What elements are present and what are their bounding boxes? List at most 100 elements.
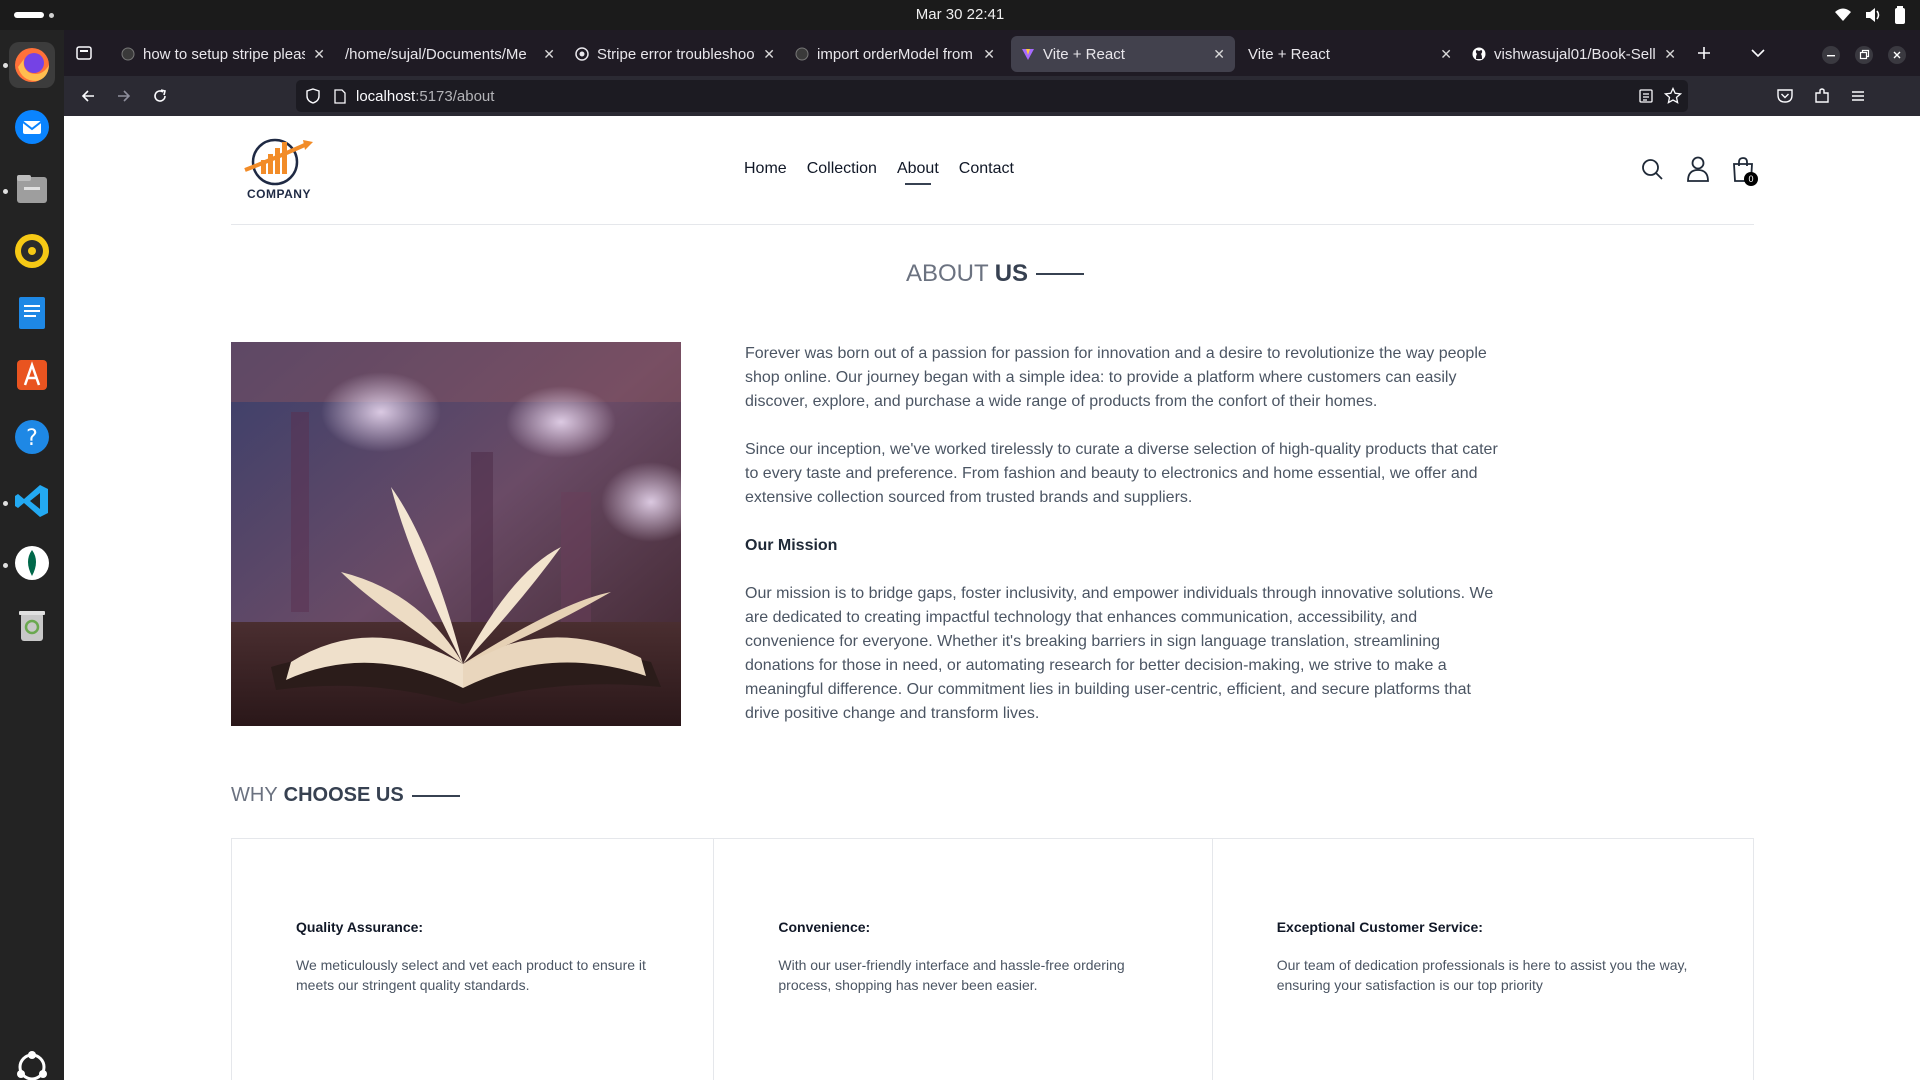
vscode-icon[interactable] [9,478,55,524]
about-paragraph-1: Forever was born out of a passion for pa… [745,345,1487,410]
tab-vite-react-active[interactable]: Vite + React ✕ [1011,36,1235,72]
tab-local-file[interactable]: /home/sujal/Documents/Me ✕ [335,36,565,72]
nav-contact[interactable]: Contact [959,160,1014,178]
list-all-tabs-icon[interactable] [1750,46,1766,60]
restore-window-icon[interactable] [1855,46,1873,64]
why-choose-us-title: WHY CHOOSE US [231,784,460,807]
system-tray[interactable] [1834,6,1906,24]
tab-github-repo[interactable]: vishwasujal01/Book-Sellin ✕ [1462,36,1686,72]
about-paragraph-2: Since our inception, we've worked tirele… [745,441,1498,506]
nav-about[interactable]: About [897,160,939,185]
close-tab-icon[interactable]: ✕ [1213,46,1225,63]
cart-count-badge: 0 [1744,172,1758,186]
why-card-quality: Quality Assurance: We meticulously selec… [232,839,715,1080]
volume-icon [1866,8,1880,22]
show-apps-icon[interactable] [9,1044,55,1080]
close-tab-icon[interactable]: ✕ [983,46,995,63]
tab-title: Vite + React [1248,45,1330,63]
chat-favicon-icon [795,47,809,61]
bookmark-star-icon[interactable] [1664,87,1682,105]
shield-icon[interactable] [306,88,320,104]
reload-icon[interactable] [152,88,168,104]
about-title-light: ABOUT [906,260,989,287]
rhythmbox-icon[interactable] [9,228,55,274]
writer-icon[interactable] [9,290,55,336]
tab-vite-react[interactable]: Vite + React ✕ [1238,36,1462,72]
pocket-icon[interactable] [1776,87,1794,105]
new-tab-icon[interactable] [1696,45,1712,61]
tab-import-ordermodel[interactable]: import orderModel from ✕ [785,36,1005,72]
app-center-icon[interactable] [9,352,55,398]
close-tab-icon[interactable]: ✕ [763,46,775,63]
why-title-light: WHY [231,784,278,806]
why-choose-us-grid: Quality Assurance: We meticulously selec… [231,838,1754,1080]
search-icon[interactable] [1640,157,1664,181]
trash-icon[interactable] [9,602,55,648]
site-header: COMPANY Home Collection About Contact 0 [231,116,1758,225]
close-tab-icon[interactable]: ✕ [543,46,555,63]
why-card-text: We meticulously select and vet each prod… [296,957,646,993]
about-section-title: ABOUT US [906,260,1085,288]
nav-collection[interactable]: Collection [807,160,877,178]
tab-title: /home/sujal/Documents/Me [345,45,527,63]
system-clock[interactable]: Mar 30 22:41 [0,6,1920,23]
why-card-text: With our user-friendly interface and has… [778,957,1125,993]
thunderbird-icon[interactable] [9,104,55,150]
chat-favicon-icon [121,47,135,61]
vite-favicon-icon [1022,49,1034,60]
running-indicator [3,501,8,506]
nav-home[interactable]: Home [744,160,787,178]
title-underline [1036,273,1085,275]
reader-view-icon[interactable] [1638,88,1654,104]
why-card-title: Convenience: [778,919,871,935]
why-card-text: Our team of dedication professionals is … [1276,957,1688,993]
mongodb-compass-icon[interactable] [9,540,55,586]
browser-tab-strip: how to setup stripe pleas ✕ /home/sujal/… [64,30,1920,76]
tab-title: Stripe error troubleshoot [597,45,756,63]
system-top-bar: Mar 30 22:41 [0,0,1920,30]
company-logo-mark [244,138,313,186]
browser-navigation-bar: localhost:5173/about [64,76,1920,116]
wifi-icon [1835,8,1851,21]
close-tab-icon[interactable]: ✕ [1664,46,1676,63]
page-icon[interactable] [334,88,346,104]
files-icon[interactable] [9,166,55,212]
tab-stripe-setup[interactable]: how to setup stripe pleas ✕ [111,36,335,72]
cart-button[interactable]: 0 [1732,156,1758,186]
about-hero-image-open-book [231,342,681,726]
tab-stripe-error[interactable]: Stripe error troubleshoot ✕ [565,36,785,72]
firefox-view-icon[interactable] [76,45,92,61]
running-indicator [3,563,8,568]
close-window-icon[interactable] [1888,46,1906,64]
tab-title: vishwasujal01/Book-Sellin [1494,45,1657,63]
running-indicator [3,63,8,68]
why-card-title: Exceptional Customer Service: [1276,919,1483,935]
mission-paragraph: Our mission is to bridge gaps, foster in… [745,585,1494,722]
ubuntu-dock: ? [0,30,64,1080]
why-card-customer-service: Exceptional Customer Service: Our team o… [1213,839,1753,1080]
help-icon[interactable]: ? [9,414,55,460]
firefox-icon[interactable] [9,42,55,88]
about-text-block: Forever was born out of a passion for pa… [745,342,1505,750]
forward-arrow-icon[interactable] [116,88,132,104]
chatgpt-favicon-icon [575,47,589,61]
why-title-bold: CHOOSE US [283,784,404,806]
url-path: :5173/about [415,87,495,105]
tab-title: how to setup stripe pleas [143,45,306,63]
minimize-window-icon[interactable] [1822,46,1840,64]
back-arrow-icon[interactable] [80,88,96,104]
extensions-icon[interactable] [1813,87,1831,105]
mission-heading: Our Mission [745,537,838,554]
company-logo[interactable]: COMPANY [241,136,317,204]
battery-icon [1895,6,1905,24]
close-tab-icon[interactable]: ✕ [313,46,325,63]
about-title-bold: US [994,260,1029,287]
close-tab-icon[interactable]: ✕ [1440,46,1452,63]
tab-title: import orderModel from [817,45,973,63]
user-profile-icon[interactable] [1686,156,1710,182]
github-favicon-icon [1472,47,1486,61]
address-bar[interactable]: localhost:5173/about [296,80,1688,112]
company-logo-text: COMPANY [247,187,311,201]
title-underline [411,794,460,797]
menu-hamburger-icon[interactable] [1850,88,1866,104]
